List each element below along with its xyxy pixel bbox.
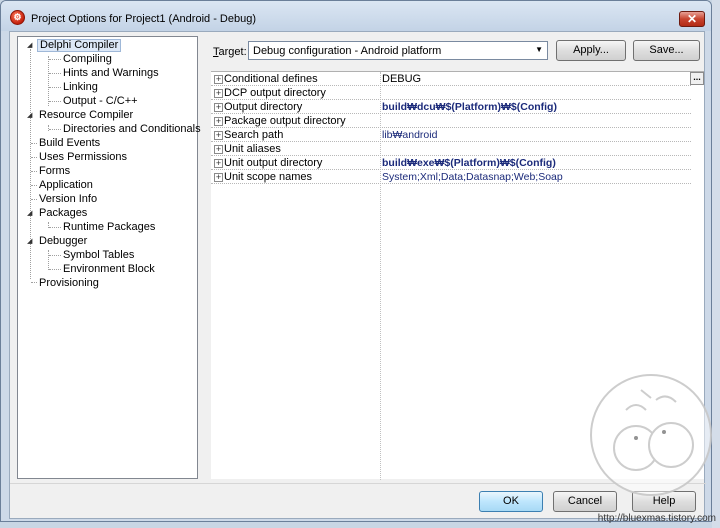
tree-connector (31, 143, 37, 144)
close-icon: ✕ (686, 12, 698, 26)
apply-button[interactable]: Apply... (556, 40, 626, 61)
ok-button[interactable]: OK (479, 491, 543, 512)
tree-item-environment-block[interactable]: Environment Block (63, 263, 155, 276)
tree-connector (48, 125, 49, 131)
tree-connector (49, 73, 61, 74)
close-button[interactable]: ✕ (679, 11, 705, 27)
expand-plus-icon[interactable]: + (214, 131, 223, 140)
options-tree[interactable]: ◢ Delphi Compiler Compiling Hints and Wa… (17, 36, 201, 479)
tree-item-application[interactable]: Application (39, 179, 93, 192)
property-name: Conditional defines (224, 73, 318, 85)
tree-item-resource-compiler[interactable]: Resource Compiler (39, 109, 133, 122)
tree-connector (49, 227, 61, 228)
tree-item-compiling[interactable]: Compiling (63, 53, 112, 66)
target-combobox[interactable]: Debug configuration - Android platform ▼ (248, 41, 548, 60)
tree-connector (31, 282, 37, 283)
target-label: Target: (213, 46, 247, 58)
property-row[interactable]: + Unit output directory build₩exe₩$(Plat… (211, 156, 691, 170)
property-name: Output directory (224, 101, 303, 113)
property-row[interactable]: + Unit aliases (211, 142, 691, 156)
tree-connector (49, 87, 61, 88)
expand-plus-icon[interactable]: + (214, 117, 223, 126)
tree-item-runtime-packages[interactable]: Runtime Packages (63, 221, 155, 234)
tree-item-version-info[interactable]: Version Info (39, 193, 97, 206)
property-value[interactable]: build₩exe₩$(Platform)₩$(Config) (382, 157, 556, 169)
property-row[interactable]: + DCP output directory (211, 86, 691, 100)
window-title: Project Options for Project1 (Android - … (31, 13, 256, 25)
tree-connector (49, 129, 61, 130)
property-name: Unit aliases (224, 143, 281, 155)
chevron-down-icon[interactable]: ▼ (535, 45, 543, 54)
tree-connector (31, 185, 37, 186)
tree-item-uses-permissions[interactable]: Uses Permissions (39, 151, 127, 164)
expand-arrow-icon[interactable]: ◢ (27, 209, 32, 219)
delphi-app-icon: ⚙ (10, 10, 25, 25)
expand-plus-icon[interactable]: + (214, 75, 223, 84)
property-row[interactable]: + Package output directory (211, 114, 691, 128)
property-value[interactable]: DEBUG (382, 73, 421, 85)
property-name: Package output directory (224, 115, 346, 127)
tree-connector (49, 255, 61, 256)
tree-item-provisioning[interactable]: Provisioning (39, 277, 99, 290)
tree-item-delphi-compiler[interactable]: Delphi Compiler (37, 39, 122, 52)
expand-plus-icon[interactable]: + (214, 89, 223, 98)
target-combobox-value: Debug configuration - Android platform (253, 45, 442, 57)
expand-plus-icon[interactable]: + (214, 173, 223, 182)
expand-arrow-icon[interactable]: ◢ (27, 41, 32, 51)
property-row[interactable]: + Conditional defines DEBUG (211, 72, 691, 86)
ellipsis-button[interactable]: ... (690, 72, 704, 85)
tree-item-build-events[interactable]: Build Events (39, 137, 100, 150)
property-row[interactable]: + Unit scope names System;Xml;Data;Datas… (211, 170, 691, 184)
property-name: Unit output directory (224, 157, 323, 169)
tree-item-directories-and-conditionals[interactable]: Directories and Conditionals (63, 123, 201, 136)
expand-plus-icon[interactable]: + (214, 159, 223, 168)
property-row[interactable]: + Search path lib₩android (211, 128, 691, 142)
title-bar[interactable]: ⚙ Project Options for Project1 (Android … (1, 1, 711, 31)
property-row[interactable]: + Output directory build₩dcu₩$(Platform)… (211, 100, 691, 114)
tree-item-output-c[interactable]: Output - C/C++ (63, 95, 138, 108)
tree-connector (48, 56, 49, 106)
blog-url-watermark: http://bluexmas.tistory.com (597, 513, 716, 524)
blog-watermark-logo (590, 374, 712, 496)
tree-connector (31, 157, 37, 158)
tree-connector (49, 101, 61, 102)
expand-arrow-icon[interactable]: ◢ (27, 237, 32, 247)
property-name: Search path (224, 129, 284, 141)
property-name: Unit scope names (224, 171, 313, 183)
save-button[interactable]: Save... (633, 40, 700, 61)
tree-connector (31, 171, 37, 172)
property-value[interactable]: build₩dcu₩$(Platform)₩$(Config) (382, 101, 557, 113)
tree-item-debugger[interactable]: Debugger (39, 235, 87, 248)
tree-connector (49, 269, 61, 270)
tree-item-forms[interactable]: Forms (39, 165, 70, 178)
tree-item-packages[interactable]: Packages (39, 207, 87, 220)
expand-plus-icon[interactable]: + (214, 103, 223, 112)
tree-item-hints-and-warnings[interactable]: Hints and Warnings (63, 67, 159, 80)
tree-item-linking[interactable]: Linking (63, 81, 98, 94)
property-value[interactable]: lib₩android (382, 129, 437, 141)
property-value[interactable]: System;Xml;Data;Datasnap;Web;Soap (382, 171, 563, 183)
expand-arrow-icon[interactable]: ◢ (27, 111, 32, 121)
tree-connector (48, 250, 49, 270)
tree-connector (31, 199, 37, 200)
tree-connector (49, 59, 61, 60)
expand-plus-icon[interactable]: + (214, 145, 223, 154)
property-name: DCP output directory (224, 87, 326, 99)
tree-item-symbol-tables[interactable]: Symbol Tables (63, 249, 134, 262)
